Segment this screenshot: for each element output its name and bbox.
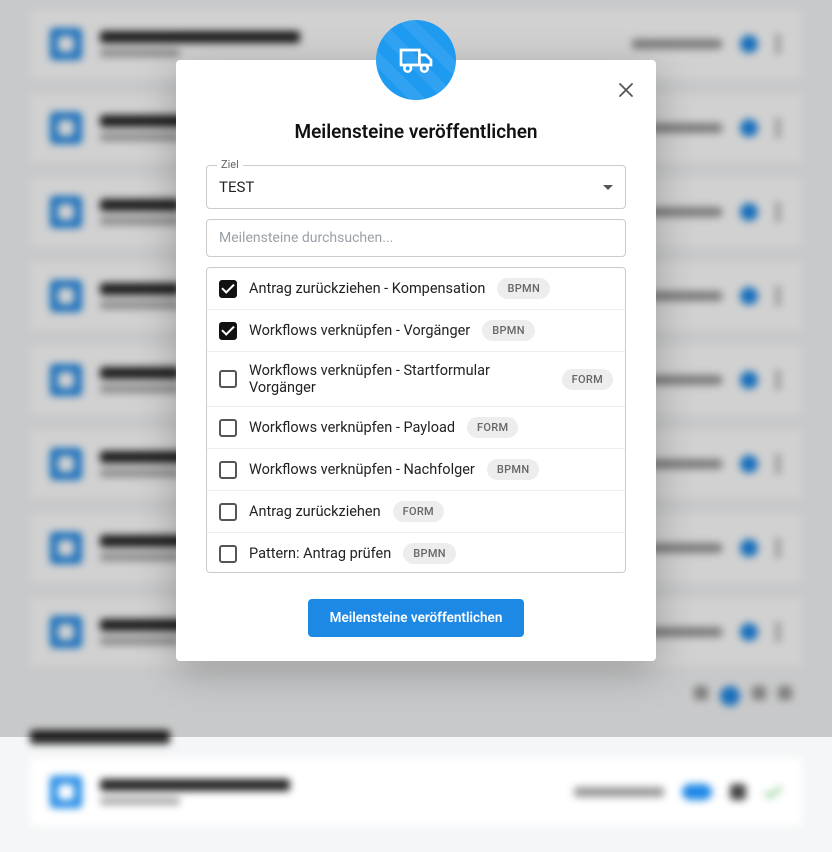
milestone-item[interactable]: Workflows verknüpfen - Startformular Vor… [207, 352, 625, 407]
milestone-checkbox[interactable] [219, 322, 237, 340]
target-select[interactable]: Ziel TEST [206, 165, 626, 209]
milestone-item[interactable]: Antrag zurückziehen - Kompensation BPMN [207, 268, 625, 310]
milestone-label: Antrag zurückziehen [249, 503, 381, 520]
milestone-label: Pattern: Antrag prüfen [249, 545, 391, 562]
target-select-label: Ziel [217, 158, 243, 171]
milestone-label: Workflows verknüpfen - Startformular Vor… [249, 362, 550, 396]
milestone-item[interactable]: Workflows verknüpfen - Nachfolger BPMN [207, 449, 625, 491]
search-field[interactable] [206, 219, 626, 257]
milestone-item[interactable]: Pattern: Antrag prüfen BPMN [207, 533, 625, 573]
milestone-checkbox[interactable] [219, 503, 237, 521]
milestone-item[interactable]: Workflows verknüpfen - Vorgänger BPMN [207, 310, 625, 352]
milestone-checkbox[interactable] [219, 545, 237, 563]
close-icon [618, 82, 634, 98]
milestone-label: Workflows verknüpfen - Nachfolger [249, 461, 475, 478]
milestone-item[interactable]: Antrag zurückziehen FORM [207, 491, 625, 533]
milestone-type-tag: BPMN [487, 459, 540, 480]
truck-icon [396, 40, 436, 80]
milestone-checkbox[interactable] [219, 419, 237, 437]
milestone-type-tag: FORM [562, 369, 613, 390]
milestone-type-tag: BPMN [403, 543, 456, 564]
milestone-type-tag: FORM [393, 501, 444, 522]
milestone-label: Antrag zurückziehen - Kompensation [249, 280, 485, 297]
target-select-value: TEST [219, 178, 603, 196]
dialog-avatar-icon [376, 20, 456, 100]
publish-milestones-dialog: Meilensteine veröffentlichen Ziel TEST A… [176, 60, 656, 661]
chevron-down-icon [603, 185, 613, 190]
publish-button[interactable]: Meilensteine veröffentlichen [308, 599, 525, 637]
milestone-checkbox[interactable] [219, 370, 237, 388]
milestone-label: Workflows verknüpfen - Vorgänger [249, 322, 470, 339]
milestone-item[interactable]: Workflows verknüpfen - Payload FORM [207, 407, 625, 449]
dialog-title: Meilensteine veröffentlichen [176, 120, 656, 143]
milestone-list[interactable]: Antrag zurückziehen - KompensationBPMNWo… [206, 267, 626, 573]
milestone-type-tag: FORM [467, 417, 518, 438]
milestone-type-tag: BPMN [482, 320, 535, 341]
milestone-type-tag: BPMN [497, 278, 550, 299]
modal-overlay: Meilensteine veröffentlichen Ziel TEST A… [0, 0, 832, 737]
close-button[interactable] [614, 78, 638, 102]
milestone-checkbox[interactable] [219, 280, 237, 298]
search-input[interactable] [219, 220, 613, 256]
milestone-label: Workflows verknüpfen - Payload [249, 419, 455, 436]
milestone-checkbox[interactable] [219, 461, 237, 479]
